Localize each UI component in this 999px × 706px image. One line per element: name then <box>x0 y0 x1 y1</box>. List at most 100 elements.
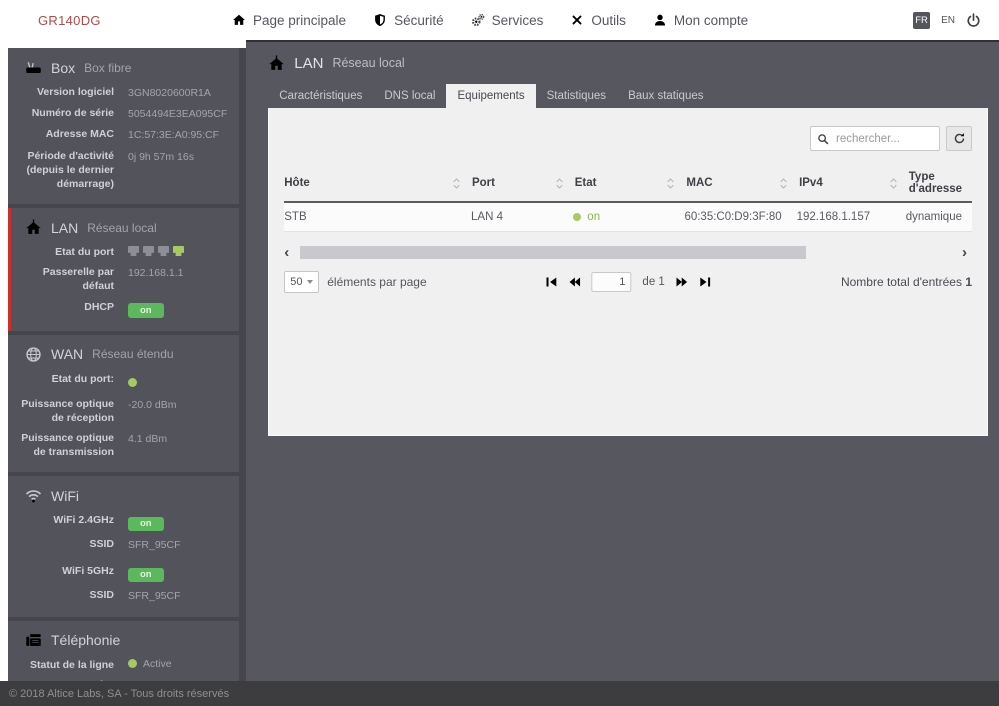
tab-caracteristiques[interactable]: Caractéristiques <box>268 84 373 108</box>
nav-item-outils[interactable]: Outils <box>570 13 626 28</box>
cell-address-type: dynamique <box>906 203 972 231</box>
tab-baux-statiques[interactable]: Baux statiques <box>617 84 714 108</box>
home-network-icon <box>268 55 285 72</box>
info-label: SSID <box>18 537 114 551</box>
page-title-sub: Réseau local <box>332 56 404 70</box>
scroll-right-icon[interactable]: › <box>962 245 972 260</box>
cell-mac: 60:35:C0:D9:3F:80 <box>684 203 796 231</box>
cell-ipv4: 192.168.1.157 <box>797 203 906 231</box>
section-title: Box <box>51 60 75 76</box>
sort-icon[interactable] <box>888 177 899 190</box>
info-label: WiFi 2.4GHz <box>18 513 114 527</box>
language-en-button[interactable]: EN <box>941 15 955 26</box>
wifi5-status-badge: on <box>128 568 164 583</box>
info-value: 192.168.1.1 <box>128 265 227 280</box>
tab-dns-local[interactable]: DNS local <box>373 84 446 108</box>
devices-table: Hôte Port Etat MAC IPv4 Type d'adresse S… <box>284 165 972 232</box>
sidebar-section-wifi[interactable]: WiFi WiFi 2.4GHz on SSID SFR_95CF WiFi 5… <box>8 476 239 616</box>
lan-port-indicator <box>128 246 139 256</box>
tab-statistiques[interactable]: Statistiques <box>536 84 617 108</box>
sort-icon[interactable] <box>554 177 565 190</box>
sidebar-section-lan[interactable]: LAN Réseau local Etat du port Passerelle… <box>8 208 239 331</box>
lan-port-indicator <box>143 246 154 256</box>
first-page-icon[interactable] <box>545 276 557 288</box>
info-label: Passerelle par défaut <box>18 265 114 293</box>
current-page-input[interactable] <box>591 272 631 292</box>
nav-label: Sécurité <box>394 13 444 28</box>
app-window: GR140DG Page principale Sécurité Service… <box>0 0 999 706</box>
total-entries-value: 1 <box>965 275 972 289</box>
column-header: IPv4 <box>799 177 823 189</box>
nav-item-page-principale[interactable]: Page principale <box>232 13 346 28</box>
status-sidebar: Box Box fibre Version logiciel 3GN802060… <box>8 48 246 681</box>
page-size-select[interactable]: 50 <box>284 271 319 293</box>
section-title: LAN <box>51 220 78 236</box>
state-on-label: on <box>587 211 600 223</box>
main-content-area: LAN Réseau local Caractéristiques DNS lo… <box>246 40 999 681</box>
page-title: LAN Réseau local <box>268 42 988 84</box>
dhcp-status-badge: on <box>128 303 164 318</box>
table-row[interactable]: STB LAN 4 on 60:35:C0:D9:3F:80 192.168.1… <box>284 203 972 232</box>
user-icon <box>653 13 667 27</box>
state-on-dot <box>573 213 581 221</box>
nav-label: Page principale <box>253 13 346 28</box>
info-label: SSID <box>18 588 114 602</box>
info-label: Version logiciel <box>18 85 114 99</box>
search-input[interactable] <box>834 132 933 146</box>
column-header: MAC <box>686 177 712 189</box>
info-label: Période d'activité (depuis le dernier dé… <box>18 149 114 192</box>
column-header: Port <box>472 177 495 189</box>
nav-item-securite[interactable]: Sécurité <box>373 13 444 28</box>
horizontal-scrollbar: ‹ › <box>284 245 972 259</box>
scrollbar-thumb[interactable] <box>300 246 806 259</box>
next-page-icon[interactable] <box>676 276 688 288</box>
main-nav: Page principale Sécurité Services Outils… <box>215 13 748 28</box>
cell-host: STB <box>284 203 471 231</box>
nav-item-mon-compte[interactable]: Mon compte <box>653 13 748 28</box>
sidebar-section-telephonie[interactable]: Téléphonie Statut de la ligne Active Num… <box>8 621 239 681</box>
refresh-button[interactable] <box>946 126 972 151</box>
tab-bar: Caractéristiques DNS local Equipements S… <box>268 84 988 108</box>
nav-item-services[interactable]: Services <box>471 13 544 28</box>
line-status-dot <box>128 659 137 668</box>
sort-icon[interactable] <box>665 177 676 190</box>
info-value: 1C:57:3E:A0:95:CF <box>128 127 227 142</box>
sort-icon[interactable] <box>778 177 789 190</box>
page-size-value: 50 <box>290 276 302 288</box>
language-fr-button[interactable]: FR <box>913 12 930 29</box>
scroll-left-icon[interactable]: ‹ <box>284 245 294 260</box>
info-value: -20.0 dBm <box>128 397 227 412</box>
chevron-down-icon <box>307 280 313 284</box>
sort-icon[interactable] <box>451 177 462 190</box>
last-page-icon[interactable] <box>699 276 711 288</box>
sidebar-section-wan[interactable]: WAN Réseau étendu Etat du port: Puissanc… <box>8 335 239 473</box>
nav-label: Services <box>492 13 544 28</box>
section-title: Téléphonie <box>51 632 120 648</box>
globe-icon <box>25 346 42 363</box>
power-icon[interactable] <box>966 13 981 28</box>
info-label: DHCP <box>18 300 114 314</box>
phone-icon <box>25 632 42 649</box>
line-status-value: Active <box>143 658 172 670</box>
info-value: SFR_95CF <box>128 537 227 552</box>
sidebar-section-box[interactable]: Box Box fibre Version logiciel 3GN802060… <box>8 48 239 204</box>
refresh-icon <box>953 132 966 145</box>
info-label: WiFi 5GHz <box>18 558 114 578</box>
column-header: Type d'adresse <box>909 171 962 195</box>
previous-page-icon[interactable] <box>568 276 580 288</box>
tab-equipements[interactable]: Equipements <box>446 84 535 108</box>
section-title: WiFi <box>51 488 79 504</box>
info-label: Numéro de série <box>18 106 114 120</box>
gears-icon <box>471 13 485 27</box>
topbar-right-controls: FR EN <box>913 12 999 29</box>
info-label: Statut de la ligne <box>18 658 114 672</box>
cell-port: LAN 4 <box>471 203 573 231</box>
router-icon <box>25 59 42 76</box>
info-value: 5054494E3EA095CF <box>128 106 227 121</box>
info-label: Adresse MAC <box>18 127 114 141</box>
info-value: SFR_95CF <box>128 588 227 603</box>
shield-icon <box>373 13 387 27</box>
section-subtitle: Réseau étendu <box>92 347 173 361</box>
info-label: Etat du port: <box>18 372 114 386</box>
info-label: Puissance optique de réception <box>18 397 114 425</box>
